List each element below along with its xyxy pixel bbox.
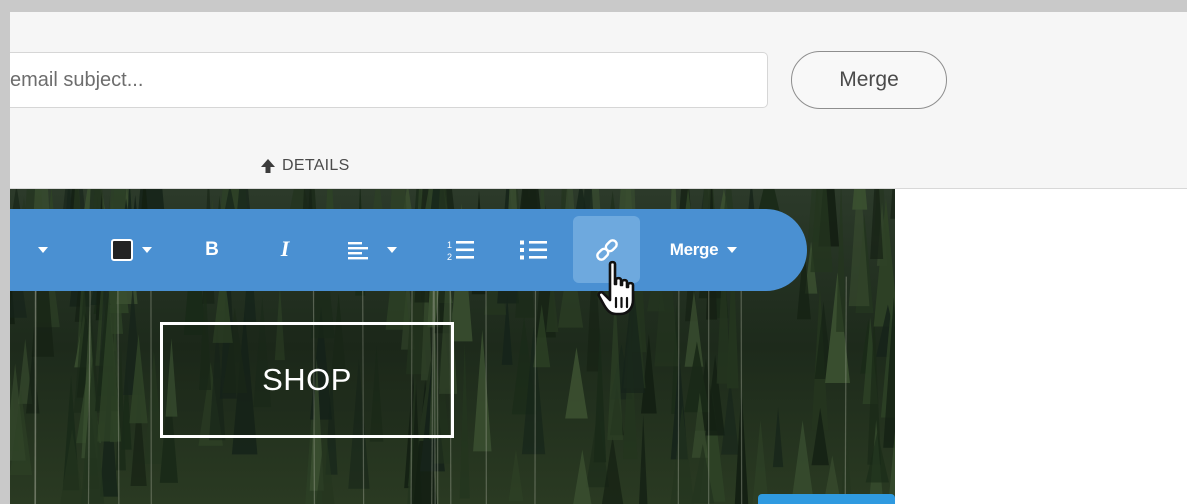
align-dropdown[interactable] [332, 235, 412, 265]
svg-text:2: 2 [447, 252, 452, 262]
color-swatch-icon [111, 239, 133, 261]
link-icon [595, 238, 618, 261]
window-frame-top [0, 0, 1187, 12]
chevron-down-icon [387, 247, 397, 253]
ordered-list-icon: 1 2 [447, 240, 474, 262]
merge-dropdown-label: Merge [669, 240, 719, 259]
merge-dropdown[interactable]: Merge [656, 235, 752, 265]
corner-blue-tab[interactable] [758, 494, 895, 504]
italic-icon: I [280, 236, 290, 261]
chevron-down-icon [727, 247, 738, 253]
window-frame-left [0, 0, 10, 504]
chevron-down-icon [142, 247, 152, 253]
chevron-down-icon [38, 247, 48, 253]
details-label: DETAILS [282, 157, 350, 174]
font-size-dropdown[interactable] [32, 240, 54, 260]
insert-link-button[interactable] [573, 216, 640, 283]
bold-icon: B [205, 239, 219, 260]
unordered-list-icon [520, 240, 547, 260]
text-format-toolbar: B I 1 2 Merge [10, 209, 807, 291]
email-header-panel: Merge DETAILS [10, 12, 1187, 189]
shop-button-label: SHOP [262, 362, 352, 397]
text-color-picker[interactable] [102, 235, 162, 265]
details-toggle[interactable]: DETAILS [260, 154, 350, 178]
align-left-icon [348, 242, 368, 260]
email-subject-input[interactable] [10, 52, 768, 108]
italic-button[interactable]: I [270, 234, 300, 264]
merge-fields-button[interactable]: Merge [791, 51, 947, 109]
bold-button[interactable]: B [197, 235, 227, 265]
shop-button[interactable]: SHOP [160, 322, 454, 438]
unordered-list-button[interactable] [516, 235, 552, 265]
arrow-up-icon [260, 158, 276, 174]
svg-text:1: 1 [447, 240, 452, 250]
ordered-list-button[interactable]: 1 2 [443, 235, 479, 265]
email-canvas: B I 1 2 Merge SHOP [10, 189, 895, 504]
